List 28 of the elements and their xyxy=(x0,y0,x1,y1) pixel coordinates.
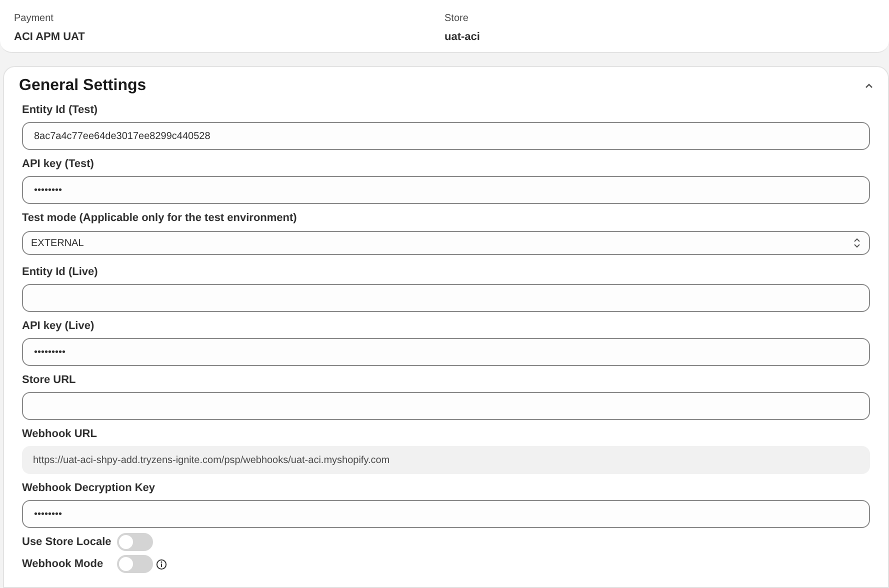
field-value: https://uat-aci-shpy-add.tryzens-ignite.com/psp/webhooks/uat-aci.myshopify.com xyxy=(33,454,390,468)
field-label: API key (Live) xyxy=(22,319,94,334)
input-field[interactable] xyxy=(22,284,870,312)
select-value: EXTERNAL xyxy=(31,236,84,250)
info-icon[interactable] xyxy=(156,558,167,570)
field-label: Webhook URL xyxy=(22,427,97,442)
toggle-switch[interactable] xyxy=(117,555,153,573)
summary-label: Payment xyxy=(14,12,54,26)
field-label: Store URL xyxy=(22,373,76,388)
field-label: Entity Id (Live) xyxy=(22,265,98,280)
section-title: General Settings xyxy=(19,76,146,96)
field-label: Entity Id (Test) xyxy=(22,103,98,118)
input-field[interactable] xyxy=(22,392,870,420)
field-label: Webhook Decryption Key xyxy=(22,481,156,496)
select-field[interactable]: EXTERNAL xyxy=(22,231,870,255)
toggle-switch[interactable] xyxy=(117,533,153,551)
summary-value: ACI APM UAT xyxy=(14,30,85,45)
toggle-label: Webhook Mode xyxy=(22,556,104,572)
summary-label: Store xyxy=(444,12,468,26)
select-arrows-icon xyxy=(853,237,861,249)
input-field[interactable]: •••••••• xyxy=(22,176,870,204)
field-label: API key (Test) xyxy=(22,157,94,172)
input-field[interactable]: •••••••• xyxy=(22,500,870,528)
summary-value: uat-aci xyxy=(444,30,480,45)
input-field[interactable]: ••••••••• xyxy=(22,338,870,366)
input-field[interactable]: 8ac7a4c77ee64de3017ee8299c440528 xyxy=(22,122,870,150)
field-label: Test mode (Applicable only for the test environment) xyxy=(22,211,297,226)
toggle-label: Use Store Locale xyxy=(22,534,112,550)
